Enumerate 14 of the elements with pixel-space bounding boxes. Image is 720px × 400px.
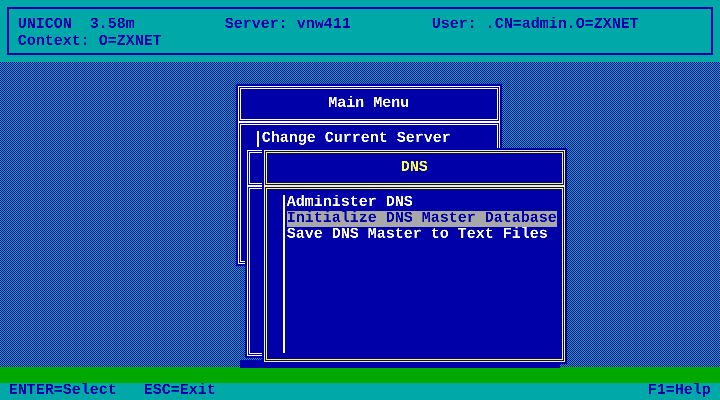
menu-title: Main Menu bbox=[238, 86, 500, 122]
menu-item[interactable]: Initialize DNS Master Database bbox=[287, 211, 558, 227]
server-label: Server: vnw411 bbox=[225, 17, 352, 34]
menu-item[interactable]: Change Current Server bbox=[262, 131, 452, 147]
user-label: User: .CN=admin.O=ZXNET bbox=[432, 17, 640, 34]
menu-title: DNS bbox=[264, 150, 565, 186]
context-label: Context: O=ZXNET bbox=[18, 34, 164, 51]
key-hint: ESC=Exit bbox=[144, 383, 216, 400]
menu-item[interactable]: Administer DNS bbox=[287, 195, 414, 211]
key-hint: ENTER=Select bbox=[9, 383, 118, 400]
product-name: UNICON bbox=[18, 16, 72, 33]
menu-item[interactable]: Save DNS Master to Text Files bbox=[287, 227, 548, 243]
version-label: 3.58m bbox=[90, 16, 136, 33]
key-hint: F1=Help bbox=[648, 383, 711, 400]
